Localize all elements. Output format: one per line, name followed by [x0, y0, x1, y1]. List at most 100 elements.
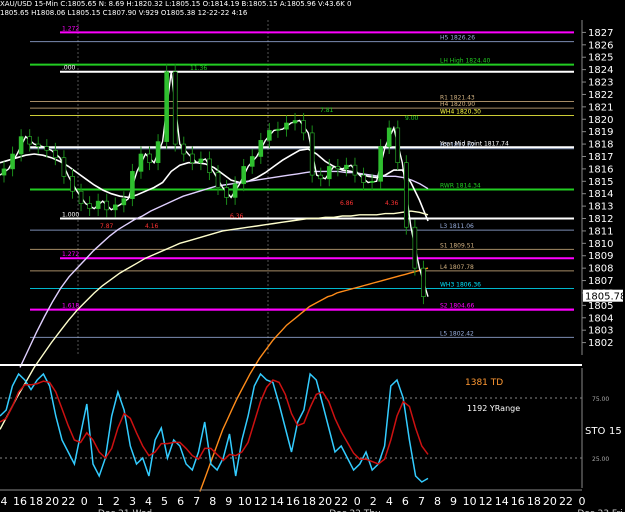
candle-body — [284, 122, 289, 130]
candle-body — [232, 183, 238, 198]
price-tick-label: 1810 — [588, 239, 613, 250]
price-tick-label: 1819 — [588, 127, 613, 138]
time-tick-label: 14 — [270, 495, 284, 508]
osc-label: 1381 TD — [465, 378, 503, 388]
candle-body — [87, 203, 92, 209]
header-line-2: 1805.65 H1808.06 L1805.15 C1807.90 V:929… — [0, 9, 248, 17]
time-tick-label: 20 — [45, 495, 59, 508]
time-tick-label: 0 — [579, 495, 586, 508]
candle-body — [224, 187, 229, 198]
osc-tick-label: 75.00 — [592, 396, 609, 403]
time-tick-label: 20 — [318, 495, 332, 508]
level-label: 1.000 — [62, 212, 79, 219]
time-tick-label: 12 — [479, 495, 493, 508]
time-tick-label: 16 — [286, 495, 300, 508]
move-annotation: 6.86 — [340, 200, 354, 207]
time-tick-label: 18 — [527, 495, 541, 508]
level-label: LH High 1824.40 — [440, 58, 490, 65]
price-tick-label: 1809 — [588, 251, 613, 262]
level-label: WH3 1806.36 — [440, 281, 481, 288]
price-tick-label: 1825 — [588, 53, 613, 64]
header-line-1: XAU/USD 15-Min C:1805.65 N: 8.69 H:1820.… — [0, 0, 352, 8]
price-tick-label: 1808 — [588, 264, 613, 275]
candle-body — [78, 190, 84, 204]
candle-body — [147, 153, 152, 163]
candle-body — [44, 146, 50, 151]
price-tick-label: 1812 — [588, 214, 613, 225]
candle-body — [172, 71, 178, 145]
candle-body — [207, 158, 212, 173]
move-annotation: 4.36 — [385, 200, 399, 207]
time-tick-label: 18 — [29, 495, 43, 508]
candle-body — [352, 164, 358, 176]
candle-body — [404, 162, 409, 228]
candle-body — [27, 136, 32, 145]
candle-body — [1, 168, 7, 176]
candle-body — [249, 156, 255, 167]
candle-body — [241, 166, 246, 185]
time-tick-label: 4 — [1, 495, 8, 508]
price-tick-label: 1815 — [588, 177, 613, 188]
time-tick-label: 4 — [386, 495, 393, 508]
move-annotation: 9.00 — [405, 115, 419, 122]
time-tick-label: 9 — [450, 495, 457, 508]
level-label: 1.272 — [62, 251, 79, 258]
price-tick-label: 1826 — [588, 40, 613, 51]
time-tick-label: 22 — [61, 495, 75, 508]
time-tick-label: 0 — [81, 495, 88, 508]
candle-body — [344, 164, 349, 170]
level-label: L3 1811.06 — [440, 223, 474, 230]
level-label: WH4 1820.30 — [440, 109, 481, 116]
candle-body — [395, 127, 401, 163]
time-tick-label: 10 — [238, 495, 252, 508]
candle-body — [164, 71, 169, 142]
candle-body — [130, 171, 135, 199]
move-annotation: 7.81 — [320, 107, 334, 114]
candle-body — [412, 226, 418, 269]
time-tick-label: 2 — [370, 495, 377, 508]
candle-body — [35, 143, 41, 147]
price-tick-label: 1822 — [588, 90, 613, 101]
chart-header: XAU/USD 15-Min C:1805.65 N: 8.69 H:1820.… — [0, 0, 351, 18]
candle-body — [70, 176, 75, 192]
time-tick-label: 1 — [97, 495, 104, 508]
time-tick-label: 22 — [334, 495, 348, 508]
price-tick-label: 1813 — [588, 202, 613, 213]
move-annotation: 6.36 — [230, 213, 244, 220]
time-tick-label: 7 — [193, 495, 200, 508]
candle-body — [10, 153, 15, 170]
time-tick-label: 16 — [13, 495, 27, 508]
price-tick-label: 1816 — [588, 164, 613, 175]
osc-label: STO — [585, 426, 605, 437]
candle-body — [309, 132, 315, 176]
level-label: L5 1802.42 — [440, 330, 474, 337]
candle-body — [18, 136, 24, 155]
last-price-label: 1805.78 — [585, 292, 625, 303]
time-tick-label: 20 — [543, 495, 557, 508]
candle-body — [361, 174, 366, 183]
time-tick-label: 18 — [302, 495, 316, 508]
level-label: RWR 1814.34 — [440, 182, 481, 189]
level-label: H4 1820.90 — [440, 101, 475, 108]
candle-body — [267, 130, 272, 141]
price-tick-label: 1811 — [588, 226, 613, 237]
move-annotation: 7.87 — [100, 223, 114, 230]
price-tick-label: 1802 — [588, 338, 613, 349]
level-label: .000 — [62, 65, 76, 72]
time-tick-label: 2 — [113, 495, 120, 508]
time-tick-label: 4 — [145, 495, 152, 508]
candle-body — [138, 153, 144, 172]
price-tick-label: 1814 — [588, 189, 613, 200]
price-tick-label: 1807 — [588, 276, 613, 287]
price-tick-label: 1823 — [588, 78, 613, 89]
time-tick-label: 8 — [209, 495, 216, 508]
price-tick-label: 1827 — [588, 28, 613, 39]
time-tick-label: 9 — [225, 495, 232, 508]
level-label: S2 1804.66 — [440, 303, 475, 310]
candle-body — [190, 153, 195, 163]
candle-body — [386, 127, 392, 147]
time-tick-label: 3 — [129, 495, 136, 508]
candle-body — [292, 120, 298, 124]
candle-body — [95, 200, 101, 209]
candle-body — [369, 180, 375, 183]
